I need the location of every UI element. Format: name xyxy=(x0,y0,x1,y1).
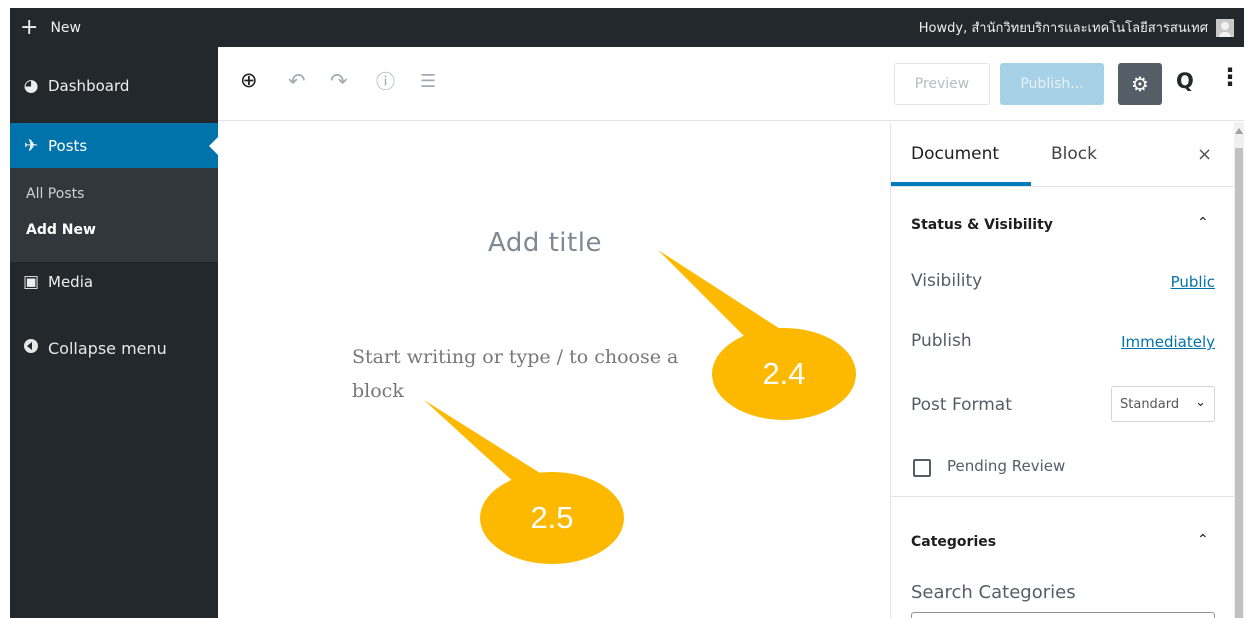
callout-badge: 2.5 xyxy=(480,472,624,564)
close-icon[interactable]: × xyxy=(1197,144,1212,165)
post-format-label: Post Format xyxy=(911,395,1012,415)
status-visibility-panel: Status & Visibility ⌃ Visibility Public … xyxy=(891,187,1235,497)
visibility-link[interactable]: Public xyxy=(1171,273,1215,291)
browser-viewport: + New Howdy, สำนักวิทยบริการและเทคโนโลยี… xyxy=(10,8,1244,618)
panel-title[interactable]: Status & Visibility xyxy=(911,217,1053,233)
scroll-up-icon[interactable] xyxy=(1235,128,1243,134)
tab-document[interactable]: Document xyxy=(911,144,999,164)
settings-sidebar: Document Block × Status & Visibility ⌃ V… xyxy=(890,122,1235,618)
visibility-label: Visibility xyxy=(911,271,983,291)
sidebar-tabs: Document Block × xyxy=(891,122,1235,187)
selected-format: Standard xyxy=(1120,396,1180,412)
publish-label: Publish xyxy=(911,331,972,351)
publish-date-link[interactable]: Immediately xyxy=(1121,333,1215,351)
active-tab-indicator xyxy=(891,182,1031,186)
callout-badge: 2.4 xyxy=(712,328,856,420)
search-categories-label: Search Categories xyxy=(911,582,1076,603)
scroll-thumb[interactable] xyxy=(1235,148,1243,618)
chevron-down-icon: ⌄ xyxy=(1195,395,1206,410)
categories-panel: Categories ⌃ Search Categories xyxy=(891,498,1235,618)
callout-tail-second xyxy=(424,400,548,484)
pending-review-checkbox[interactable] xyxy=(913,459,931,477)
pending-review-label[interactable]: Pending Review xyxy=(947,457,1065,475)
post-format-select[interactable]: Standard ⌄ xyxy=(1111,386,1215,422)
sidebar-scrollbar[interactable] xyxy=(1234,122,1244,618)
chevron-up-icon[interactable]: ⌃ xyxy=(1197,215,1209,231)
chevron-up-icon[interactable]: ⌃ xyxy=(1197,532,1209,548)
panel-title[interactable]: Categories xyxy=(911,534,996,550)
search-categories-input[interactable] xyxy=(911,612,1215,618)
tab-block[interactable]: Block xyxy=(1051,144,1097,164)
